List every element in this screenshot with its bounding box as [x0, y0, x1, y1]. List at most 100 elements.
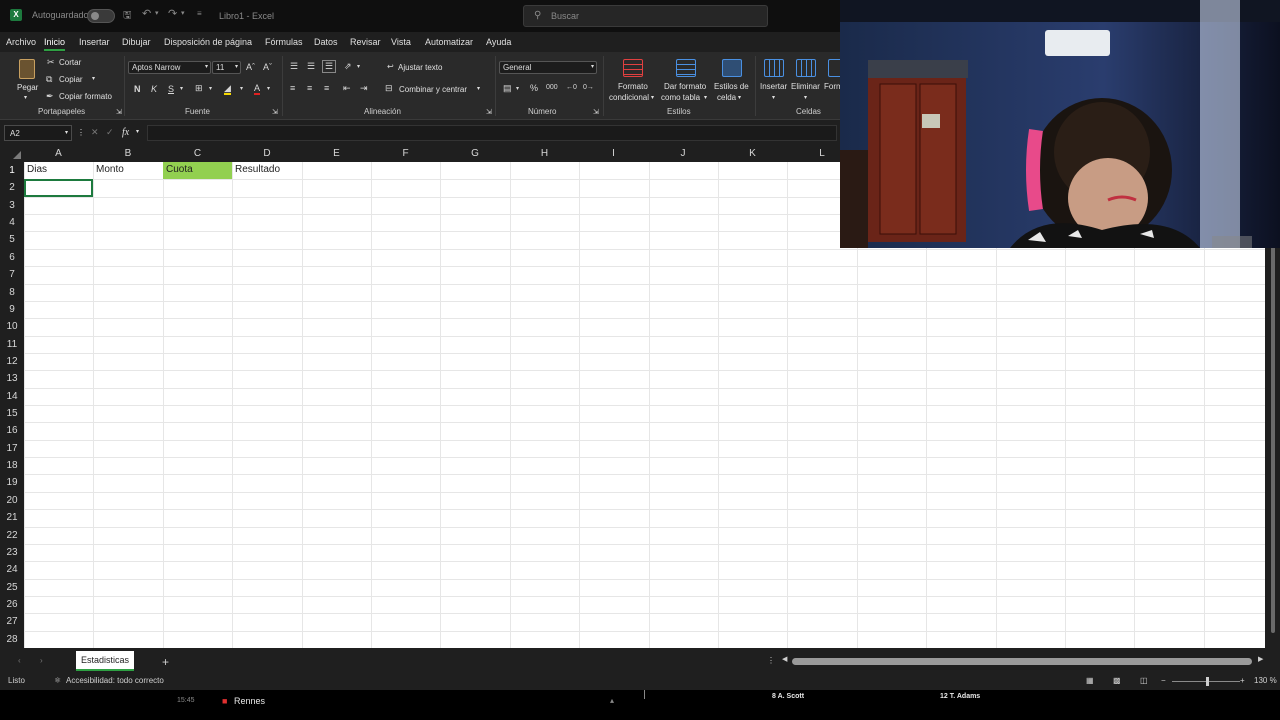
- column-header-g[interactable]: G: [440, 148, 510, 159]
- row-header-20[interactable]: 20: [0, 494, 24, 506]
- align-right-icon[interactable]: ≡: [324, 83, 329, 93]
- undo-icon[interactable]: ↶: [142, 7, 151, 20]
- cell-c1[interactable]: Cuota: [163, 162, 232, 179]
- conditional-format-button[interactable]: Formato condicional ▾: [608, 56, 658, 104]
- row-header-9[interactable]: 9: [0, 303, 24, 315]
- format-painter-button[interactable]: Copiar formato: [59, 92, 112, 101]
- row-header-11[interactable]: 11: [0, 338, 24, 350]
- tab-inicio[interactable]: Inicio: [44, 37, 66, 51]
- decrease-decimal-icon[interactable]: 0→: [583, 84, 594, 91]
- format-as-table-button[interactable]: Dar formato como tabla ▾: [661, 56, 711, 104]
- underline-button[interactable]: S: [168, 84, 174, 94]
- clipboard-launcher-icon[interactable]: ⇲: [116, 108, 122, 116]
- decrease-indent-icon[interactable]: ⇤: [343, 83, 351, 94]
- row-header-6[interactable]: 6: [0, 251, 24, 263]
- save-icon[interactable]: 🖫: [123, 8, 132, 25]
- active-cell-a2[interactable]: [24, 179, 93, 197]
- row-header-13[interactable]: 13: [0, 373, 24, 385]
- cut-button[interactable]: Cortar: [59, 58, 81, 67]
- normal-view-icon[interactable]: ▦: [1086, 676, 1094, 685]
- number-format-select[interactable]: General ▾: [499, 61, 597, 74]
- tab-insertar[interactable]: Insertar: [79, 37, 110, 47]
- font-launcher-icon[interactable]: ⇲: [272, 108, 278, 116]
- search-box[interactable]: ⚲ Buscar: [523, 5, 768, 27]
- row-header-27[interactable]: 27: [0, 616, 24, 628]
- more-options-icon[interactable]: ⋮: [77, 128, 85, 137]
- row-header-14[interactable]: 14: [0, 390, 24, 402]
- zoom-in-icon[interactable]: +: [1240, 676, 1245, 685]
- tab-archivo[interactable]: Archivo: [6, 37, 36, 47]
- italic-button[interactable]: K: [151, 84, 157, 94]
- thousands-separator-icon[interactable]: 000: [546, 84, 558, 91]
- formula-input[interactable]: [147, 125, 837, 141]
- select-all-corner[interactable]: [0, 145, 24, 162]
- redo-dropdown-icon[interactable]: ▾: [181, 9, 185, 17]
- autosave-toggle[interactable]: [87, 9, 115, 23]
- align-left-icon[interactable]: ≡: [290, 83, 295, 93]
- cell-styles-button[interactable]: Estilos de celda ▾: [712, 56, 752, 104]
- delete-cells-button[interactable]: Eliminar ▾: [790, 56, 822, 104]
- chevron-down-icon[interactable]: ▾: [136, 128, 139, 135]
- merge-dropdown-icon[interactable]: ▾: [477, 85, 480, 92]
- row-header-26[interactable]: 26: [0, 599, 24, 610]
- cell-b1[interactable]: Monto: [93, 162, 163, 179]
- increase-decimal-icon[interactable]: ←0: [566, 84, 577, 91]
- more-options-icon[interactable]: ⋮: [767, 656, 775, 665]
- row-header-24[interactable]: 24: [0, 564, 24, 576]
- column-header-d[interactable]: D: [232, 148, 302, 159]
- scroll-right-icon[interactable]: ▶: [1258, 655, 1263, 663]
- align-bottom-icon[interactable]: ☰: [322, 60, 337, 73]
- column-header-j[interactable]: J: [648, 148, 718, 159]
- row-header-1[interactable]: 1: [0, 165, 24, 176]
- row-header-17[interactable]: 17: [0, 442, 24, 454]
- tab-vista[interactable]: Vista: [391, 37, 411, 47]
- row-header-22[interactable]: 22: [0, 529, 24, 541]
- insert-cells-button[interactable]: Insertar ▾: [758, 56, 790, 104]
- wrap-text-button[interactable]: Ajustar texto: [398, 63, 442, 72]
- align-top-icon[interactable]: ☰: [290, 61, 298, 72]
- cancel-icon[interactable]: ✕: [91, 127, 99, 138]
- align-middle-icon[interactable]: ☰: [307, 61, 315, 72]
- redo-icon[interactable]: ↷: [168, 7, 177, 20]
- column-header-c[interactable]: C: [163, 148, 232, 159]
- page-break-icon[interactable]: ◫: [1140, 676, 1148, 685]
- column-header-k[interactable]: K: [718, 148, 787, 159]
- copy-button[interactable]: Copiar: [59, 75, 83, 84]
- accounting-dropdown-icon[interactable]: ▾: [516, 85, 519, 92]
- borders-dropdown-icon[interactable]: ▾: [209, 85, 212, 92]
- bold-button[interactable]: N: [134, 84, 141, 94]
- column-header-h[interactable]: H: [510, 148, 579, 159]
- underline-dropdown-icon[interactable]: ▾: [180, 85, 183, 92]
- add-sheet-icon[interactable]: +: [162, 655, 169, 669]
- cell-d1[interactable]: Resultado: [232, 162, 302, 179]
- tab-datos[interactable]: Datos: [314, 37, 338, 47]
- row-header-12[interactable]: 12: [0, 355, 24, 367]
- row-header-23[interactable]: 23: [0, 546, 24, 558]
- zoom-out-icon[interactable]: −: [1161, 676, 1166, 685]
- row-header-5[interactable]: 5: [0, 234, 24, 246]
- alignment-launcher-icon[interactable]: ⇲: [486, 108, 492, 116]
- paste-button[interactable]: Pegar ▾: [12, 56, 44, 101]
- row-header-25[interactable]: 25: [0, 581, 24, 593]
- undo-dropdown-icon[interactable]: ▾: [155, 9, 159, 17]
- accessibility-status[interactable]: Accesibilidad: todo correcto: [66, 676, 164, 685]
- font-color-icon[interactable]: A: [254, 83, 261, 95]
- column-header-e[interactable]: E: [302, 148, 371, 159]
- row-header-7[interactable]: 7: [0, 269, 24, 281]
- column-header-a[interactable]: A: [24, 148, 93, 159]
- merge-center-button[interactable]: Combinar y centrar: [399, 85, 467, 94]
- number-launcher-icon[interactable]: ⇲: [593, 108, 599, 116]
- row-header-15[interactable]: 15: [0, 408, 24, 420]
- increase-font-icon[interactable]: Aˆ: [246, 62, 255, 72]
- column-header-f[interactable]: F: [371, 148, 440, 159]
- font-name-select[interactable]: Aptos Narrow ▾: [128, 61, 211, 74]
- name-box[interactable]: A2 ▾: [4, 125, 72, 141]
- row-header-18[interactable]: 18: [0, 460, 24, 472]
- next-sheet-icon[interactable]: ›: [40, 656, 43, 665]
- tab-disposicion[interactable]: Disposición de página: [164, 37, 252, 47]
- row-header-2[interactable]: 2: [0, 182, 24, 194]
- customize-toolbar-icon[interactable]: ≡: [197, 9, 202, 18]
- tab-automatizar[interactable]: Automatizar: [425, 37, 473, 47]
- cell-a1[interactable]: Dias: [24, 162, 93, 179]
- copy-dropdown-icon[interactable]: ▾: [92, 75, 95, 82]
